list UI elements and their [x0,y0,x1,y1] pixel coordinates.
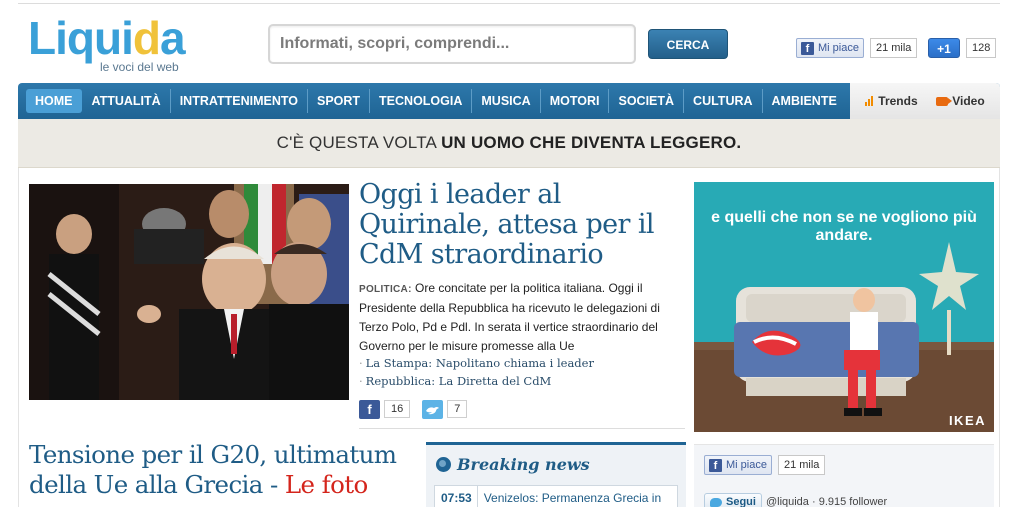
globe-icon [436,457,451,472]
logo-letter: i [121,12,134,64]
main-story-summary: POLITICA: Ore concitate per la politica … [359,279,689,356]
breaking-news-box: Breaking news 07:53 Venizelos: Permanenz… [426,442,686,507]
twitter-share-icon[interactable] [422,399,444,419]
nav-trends-label: Trends [878,94,918,108]
sidebar-like-count: 21 mila [777,455,826,475]
logo-letter: d [132,12,161,64]
search-input[interactable] [270,26,634,62]
nav-item-musica[interactable]: MUSICA [472,89,541,113]
banner-text-prefix: C'È QUESTA VOLTA [276,133,442,152]
google-plus-count: 128 [966,38,997,58]
twitter-follow-label: Segui [726,496,756,507]
facebook-share-count: 16 [384,400,411,418]
sidebar-facebook-like: f Mi piace 21 mila [704,455,826,475]
logo-tagline: le voci del web [100,60,179,74]
main-story-photo[interactable] [29,184,349,400]
ad-brand-logo: IKEA [948,413,986,428]
related-link[interactable]: Repubblica: La Diretta del CdM [359,372,689,390]
page: Liquida le voci del web CERCA f Mi piace… [0,0,1014,507]
second-story-headline[interactable]: Tensione per il G20, ultimatum della Ue … [29,440,424,500]
main-story-headline[interactable]: Oggi i leader al Quirinale, attesa per i… [359,180,689,270]
logo-letter: u [94,12,122,64]
nav-items: HOME ATTUALITÀ INTRATTENIMENTO SPORT TECNOLO… [26,89,846,113]
facebook-share-icon[interactable]: f [359,399,380,419]
sidebar-like-label: Mi piace [726,459,767,471]
photo-illustration [29,184,349,400]
nav-item-societ[interactable]: SOCIETÀ [609,89,685,113]
twitter-bird-icon [710,497,722,507]
nav-item-cultura[interactable]: CULTURA [684,89,763,113]
twitter-share-count: 7 [447,400,468,418]
breaking-news-title: Breaking news [457,455,590,474]
sidebar-social-widget: f Mi piace 21 mila Segui @liquida · 9.91… [694,444,994,507]
logo-wordmark: Liquida [28,10,186,66]
logo-letter: L [28,12,56,64]
google-plus-widget: +1 128 [928,38,997,58]
search-button[interactable]: CERCA [648,29,728,59]
logo-letter: a [160,12,186,64]
breaking-news-text: Venizelos: Permanenza Grecia in [483,491,662,505]
nav-item-ambiente[interactable]: AMBIENTE [763,89,846,113]
twitter-handle[interactable]: @liquida [766,496,809,507]
nav-item-home[interactable]: HOME [26,89,82,113]
banner-text-bold: UN UOMO CHE DIVENTA LEGGERO. [441,133,742,152]
facebook-like-label: Mi piace [818,42,859,54]
nav-item-attualit[interactable]: ATTUALITÀ [83,89,171,113]
trend-bars-icon [865,96,874,106]
headline-banner[interactable]: C'È QUESTA VOLTA UN UOMO CHE DIVENTA LEG… [18,119,1000,168]
ad-tagline: e quelli che non se ne vogliono più anda… [711,209,977,244]
facebook-like-widget: f Mi piace 21 mila [796,38,918,58]
facebook-like-count: 21 mila [869,38,918,58]
liquida-logo[interactable]: Liquida le voci del web [28,10,188,76]
twitter-follower-count: · 9.915 follower [811,496,888,507]
nav-item-intrattenimento[interactable]: INTRATTENIMENTO [171,89,308,113]
twitter-bird-icon [426,406,440,414]
sidebar-facebook-like-button[interactable]: f Mi piace [704,455,772,475]
twitter-follow-button[interactable]: Segui [704,493,762,507]
twitter-follow-widget: Segui @liquida · 9.915 follower [704,493,887,507]
google-plus-button[interactable]: +1 [928,38,960,58]
main-navigation: HOME ATTUALITÀ INTRATTENIMENTO SPORT TECNOLO… [18,83,1000,119]
nav-video-link[interactable]: Video [936,94,985,108]
banner-text: C'È QUESTA VOLTA UN UOMO CHE DIVENTA LEG… [18,133,1000,153]
facebook-icon: f [709,458,722,472]
logo-letter: q [66,12,95,64]
logo-letter: i [55,12,68,64]
facebook-icon: f [801,41,814,55]
section-divider [359,428,685,429]
nav-trends-link[interactable]: Trends [865,94,918,108]
related-link[interactable]: La Stampa: Napolitano chiama i leader [359,354,689,372]
nav-item-motori[interactable]: MOTORI [541,89,610,113]
photo-gallery-link[interactable]: Le foto [285,470,368,499]
top-divider [18,0,1000,4]
story-category[interactable]: POLITICA: [359,284,412,295]
nav-secondary: Trends Video [850,83,1000,119]
nav-item-sport[interactable]: SPORT [308,89,371,113]
search-field-container [268,24,636,64]
breaking-news-heading: Breaking news [436,455,590,474]
related-links: La Stampa: Napolitano chiama i leader Re… [359,354,689,390]
breaking-news-item[interactable]: 07:53 Venizelos: Permanenza Grecia in [434,485,678,507]
video-camera-icon [936,96,953,106]
ikea-advertisement[interactable]: e quelli che non se ne vogliono più anda… [694,182,994,432]
breaking-news-time: 07:53 [435,486,478,507]
nav-item-tecnologia[interactable]: TECNOLOGIA [370,89,473,113]
facebook-like-button[interactable]: f Mi piace [796,38,864,58]
nav-video-label: Video [952,94,985,108]
main-story-share: f 16 7 [359,399,468,419]
